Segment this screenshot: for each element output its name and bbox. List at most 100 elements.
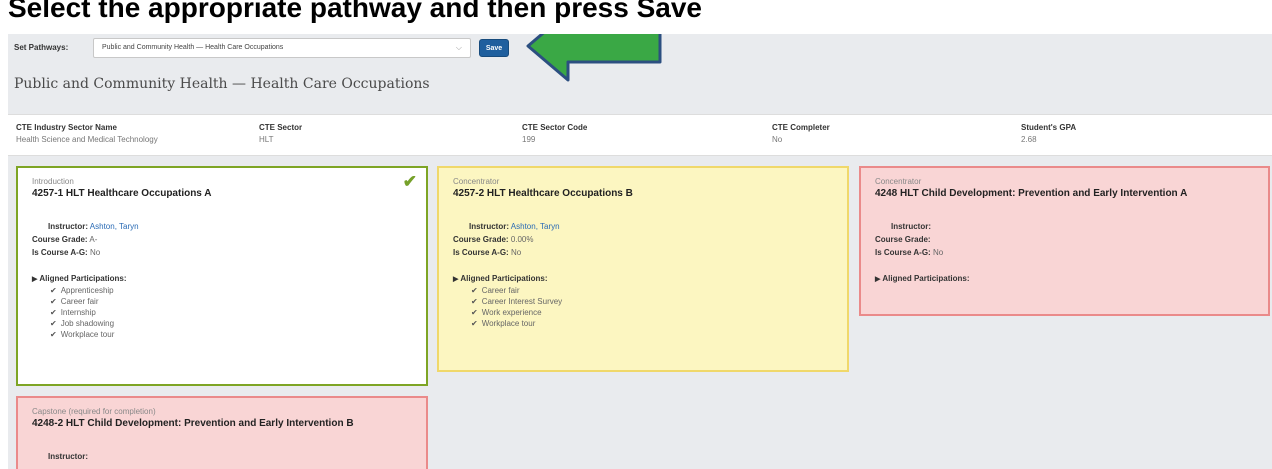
caret-right-icon: ▶ <box>875 276 881 283</box>
list-item: ✔ Job shadowing <box>50 318 412 329</box>
grade-label: Course Grade: <box>453 235 509 244</box>
sector-industry-value: Health Science and Medical Technology <box>16 135 158 144</box>
sector-code-name: CTE Sector HLT <box>259 123 302 144</box>
instructor-field: Instructor: Ashton, Taryn <box>32 221 412 232</box>
grade-label: Course Grade: <box>32 235 88 244</box>
list-item: ✔ Career Interest Survey <box>471 296 833 307</box>
instructor-label: Instructor: <box>891 222 931 231</box>
instructor-field: Instructor: <box>32 451 412 462</box>
sector-gpa-value: 2.68 <box>1021 135 1037 144</box>
aligned-participations-toggle[interactable]: ▶ Aligned Participations: <box>875 274 1254 283</box>
instructor-link[interactable]: Ashton, Taryn <box>511 222 560 231</box>
participation-name: Job shadowing <box>60 319 115 328</box>
sector-gpa: Student's GPA 2.68 <box>1021 123 1076 144</box>
sector-completer-label: CTE Completer <box>772 123 830 132</box>
participation-name: Career fair <box>481 286 520 295</box>
check-icon: ✔ <box>50 286 57 295</box>
course-stage: Concentrator <box>875 177 922 186</box>
sector-industry-label: CTE Industry Sector Name <box>16 123 117 132</box>
sector-industry: CTE Industry Sector Name Health Science … <box>16 123 158 144</box>
aligned-participations-toggle[interactable]: ▶ Aligned Participations: <box>453 274 833 283</box>
participation-name: Apprenticeship <box>60 286 114 295</box>
sector-gpa-label: Student's GPA <box>1021 123 1077 132</box>
course-title: 4257-1 HLT Healthcare Occupations A <box>32 188 212 199</box>
sector-code-label: CTE Sector Code <box>522 123 588 132</box>
aligned-label: Aligned Participations: <box>882 274 970 283</box>
list-item: ✔ Workplace tour <box>50 329 412 340</box>
ag-label: Is Course A-G: <box>875 248 931 257</box>
pathway-select[interactable]: Public and Community Health — Health Car… <box>93 38 471 58</box>
sector-label: CTE Sector <box>259 123 303 132</box>
grade-label: Course Grade: <box>875 235 931 244</box>
sector-completer-value: No <box>772 135 783 144</box>
ag-value: No <box>932 248 944 257</box>
ag-label: Is Course A-G: <box>32 248 88 257</box>
sector-code-value: 199 <box>522 135 536 144</box>
ag-field: Is Course A-G: No <box>453 247 833 258</box>
green-arrow-icon <box>526 34 662 82</box>
grade-value: 0.00% <box>510 235 534 244</box>
ag-field: Is Course A-G: No <box>32 247 412 258</box>
course-card: Concentrator 4257-2 HLT Healthcare Occup… <box>437 166 849 372</box>
participation-name: Workplace tour <box>60 330 115 339</box>
page-title: Public and Community Health — Health Car… <box>14 76 430 92</box>
check-icon: ✔ <box>50 319 57 328</box>
check-icon: ✔ <box>471 319 478 328</box>
grade-field: Course Grade: <box>875 234 1254 245</box>
grade-field: Course Grade: 0.00% <box>453 234 833 245</box>
instructor-label: Instructor: <box>469 222 509 231</box>
pathway-selected-value: Public and Community Health — Health Car… <box>102 44 284 51</box>
instruction-heading: Select the appropriate pathway and then … <box>8 0 702 23</box>
list-item: ✔ Internship <box>50 307 412 318</box>
check-icon: ✔ <box>471 297 478 306</box>
list-item: ✔ Workplace tour <box>471 318 833 329</box>
course-card: Concentrator 4248 HLT Child Development:… <box>859 166 1270 316</box>
participation-name: Workplace tour <box>481 319 536 328</box>
grade-value: A- <box>89 235 98 244</box>
list-item: ✔ Apprenticeship <box>50 285 412 296</box>
course-card: ✔ Introduction 4257-1 HLT Healthcare Occ… <box>16 166 428 386</box>
participation-name: Career fair <box>60 297 99 306</box>
aligned-label: Aligned Participations: <box>39 274 127 283</box>
app-panel: Set Pathways: Public and Community Healt… <box>8 34 1272 469</box>
check-icon: ✔ <box>50 308 57 317</box>
caret-right-icon: ▶ <box>32 276 38 283</box>
participation-name: Internship <box>60 308 96 317</box>
caret-right-icon: ▶ <box>453 276 459 283</box>
save-button[interactable]: Save <box>479 39 509 57</box>
list-item: ✔ Career fair <box>50 296 412 307</box>
instructor-label: Instructor: <box>48 222 88 231</box>
instructor-label: Instructor: <box>48 452 88 461</box>
check-icon: ✔ <box>402 172 417 191</box>
ag-label: Is Course A-G: <box>453 248 509 257</box>
ag-field: Is Course A-G: No <box>875 247 1254 258</box>
list-item: ✔ Career fair <box>471 285 833 296</box>
course-stage: Concentrator <box>453 177 500 186</box>
participation-name: Career Interest Survey <box>481 297 563 306</box>
instructor-link[interactable]: Ashton, Taryn <box>90 222 139 231</box>
participation-list: ✔ Career fair ✔ Career Interest Survey ✔ Wo… <box>471 285 833 329</box>
course-stage: Introduction <box>32 177 74 186</box>
course-title: 4248-2 HLT Child Development: Prevention… <box>32 418 354 429</box>
aligned-participations-toggle[interactable]: ▶ Aligned Participations: <box>32 274 412 283</box>
grade-field: Course Grade: A- <box>32 234 412 245</box>
ag-value: No <box>89 248 101 257</box>
check-icon: ✔ <box>471 308 478 317</box>
sector-value: HLT <box>259 135 274 144</box>
course-stage: Capstone (required for completion) <box>32 407 156 416</box>
check-icon: ✔ <box>50 330 57 339</box>
sector-completer: CTE Completer No <box>772 123 830 144</box>
course-title: 4248 HLT Child Development: Prevention a… <box>875 188 1188 199</box>
caret-down-icon: ⌵ <box>455 43 462 52</box>
course-card: Capstone (required for completion) 4248-… <box>16 396 428 469</box>
instructor-field: Instructor: Ashton, Taryn <box>453 221 833 232</box>
list-item: ✔ Work experience <box>471 307 833 318</box>
pathway-label: Set Pathways: <box>14 43 69 52</box>
sector-code: CTE Sector Code 199 <box>522 123 587 144</box>
check-icon: ✔ <box>50 297 57 306</box>
check-icon: ✔ <box>471 286 478 295</box>
participation-list: ✔ Apprenticeship ✔ Career fair ✔ Internship… <box>50 285 412 340</box>
participation-name: Work experience <box>481 308 542 317</box>
sector-info-bar: CTE Industry Sector Name Health Science … <box>8 114 1272 156</box>
aligned-label: Aligned Participations: <box>460 274 548 283</box>
